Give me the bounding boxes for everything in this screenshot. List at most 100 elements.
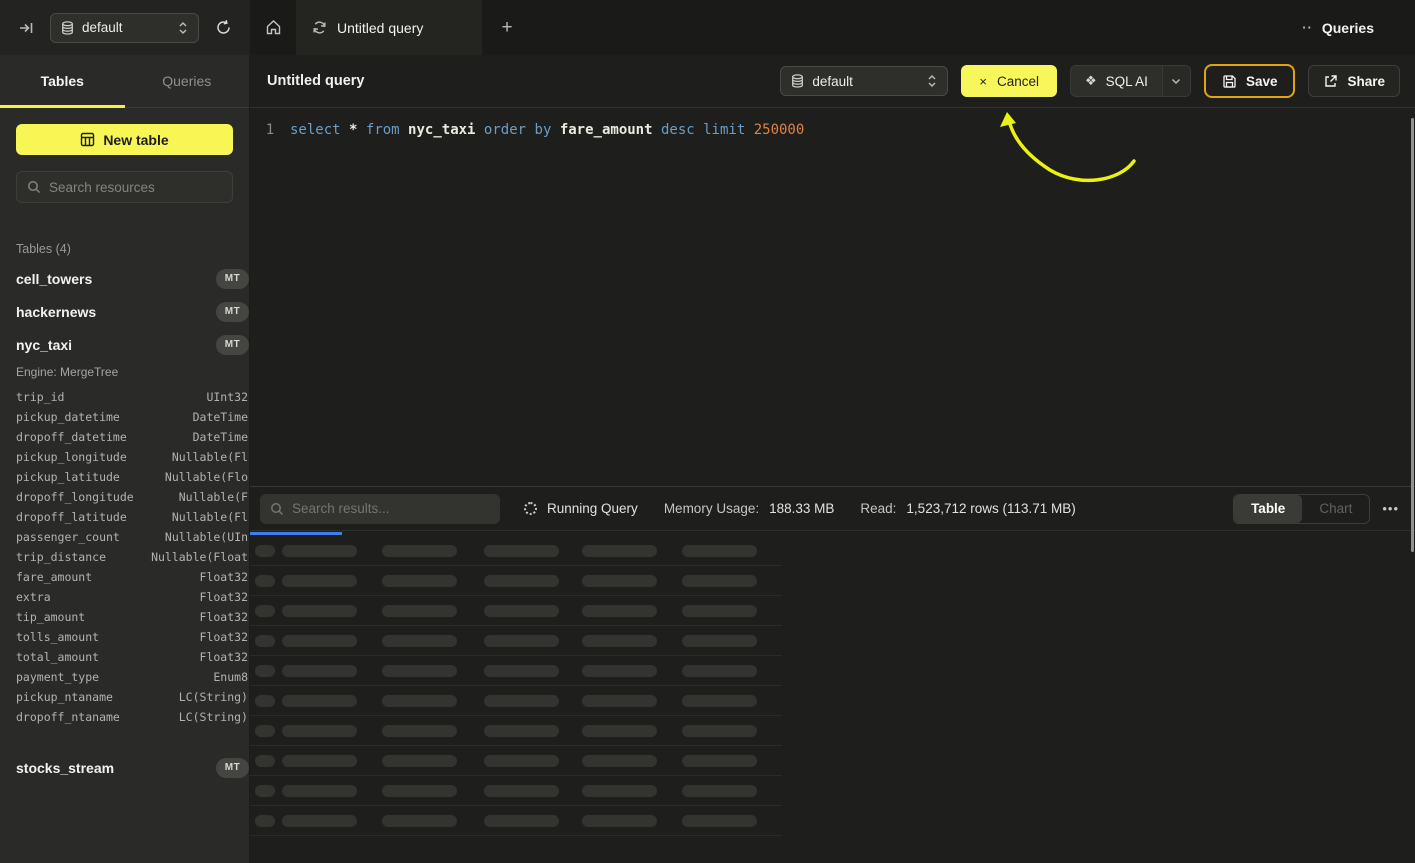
tab-untitled-query[interactable]: Untitled query — [296, 0, 482, 55]
results-search — [260, 494, 500, 524]
save-button[interactable]: Save — [1204, 64, 1296, 98]
view-toggle-table[interactable]: Table — [1234, 495, 1302, 523]
skeleton-cell — [382, 545, 457, 557]
skeleton-cell — [255, 695, 275, 707]
search-resources-input[interactable] — [49, 180, 226, 195]
sidebar-tab-queries[interactable]: Queries — [125, 55, 250, 107]
skeleton-cell — [255, 635, 275, 647]
column-row: dropoff_longitude Nullable(F — [0, 487, 249, 507]
home-button[interactable] — [250, 0, 296, 55]
column-row: pickup_longitude Nullable(Fl — [0, 447, 249, 467]
scrollbar-thumb[interactable] — [1411, 118, 1414, 552]
skeleton-cell — [382, 575, 457, 587]
sql-ai-main[interactable]: ❖ SQL AI — [1071, 66, 1162, 96]
chevron-updown-icon — [927, 74, 937, 88]
sql-token-number: 250000 — [754, 122, 805, 138]
column-name: pickup_latitude — [16, 470, 120, 484]
collapse-sidebar-button[interactable] — [14, 16, 38, 40]
cancel-button[interactable]: × Cancel — [961, 65, 1057, 97]
column-row: fare_amount Float32 — [0, 567, 249, 587]
queries-link[interactable]: ·· Queries — [1302, 0, 1415, 55]
column-name: pickup_longitude — [16, 450, 127, 464]
refresh-icon[interactable] — [211, 15, 236, 40]
engine-badge: MT — [216, 269, 249, 289]
skeleton-cell — [282, 665, 357, 677]
skeleton-cell — [682, 575, 757, 587]
table-item[interactable]: stocks_stream MT — [0, 751, 249, 784]
column-type: Nullable(Fl — [172, 510, 248, 524]
column-type: Nullable(UIn — [165, 530, 248, 544]
column-type: Nullable(F — [179, 490, 248, 504]
column-name: tolls_amount — [16, 630, 99, 644]
read-value: 1,523,712 rows (113.71 MB) — [906, 501, 1075, 516]
skeleton-cell — [382, 665, 457, 677]
column-type: Float32 — [200, 590, 248, 604]
save-icon — [1222, 74, 1237, 89]
skeleton-cell — [255, 545, 275, 557]
table-item[interactable]: nyc_taxi MT — [0, 328, 249, 361]
column-row: dropoff_latitude Nullable(Fl — [0, 507, 249, 527]
skeleton-row — [250, 776, 1415, 806]
skeleton-row — [250, 686, 1415, 716]
tables-list: cell_towers MThackernews MTnyc_taxi MTEn… — [0, 262, 249, 784]
sql-token-identifier: fare_amount — [560, 122, 653, 138]
skeleton-cell — [382, 815, 457, 827]
share-icon — [1323, 74, 1338, 89]
database-selector[interactable]: default — [50, 13, 199, 43]
top-bar-left: default — [0, 0, 250, 55]
column-type: Float32 — [200, 650, 248, 664]
column-row: dropoff_ntaname LC(String) — [0, 707, 249, 727]
new-table-label: New table — [103, 132, 168, 148]
more-options-button[interactable]: ••• — [1382, 501, 1399, 516]
query-pane: Untitled query default — [250, 55, 1415, 863]
column-name: payment_type — [16, 670, 99, 684]
new-tab-button[interactable]: + — [482, 0, 532, 55]
column-name: pickup_ntaname — [16, 690, 113, 704]
status-text: Running Query — [547, 501, 638, 516]
share-button[interactable]: Share — [1308, 65, 1400, 97]
memory-usage-value: 188.33 MB — [769, 501, 834, 516]
sql-token-identifier: * — [349, 122, 357, 138]
table-name: hackernews — [16, 304, 96, 320]
skeleton-cell — [282, 635, 357, 647]
skeleton-cell — [582, 725, 657, 737]
query-database-selector[interactable]: default — [780, 66, 948, 96]
sql-ai-button[interactable]: ❖ SQL AI — [1070, 65, 1191, 97]
plus-icon: + — [501, 17, 512, 39]
skeleton-row — [250, 566, 1415, 596]
search-results-input[interactable] — [292, 501, 490, 516]
results-toolbar: Running Query Memory Usage: 188.33 MB Re… — [250, 486, 1415, 531]
search-icon — [27, 180, 41, 194]
skeleton-row — [250, 596, 1415, 626]
skeleton-cell — [484, 605, 559, 617]
column-type: Nullable(Float — [151, 550, 248, 564]
results-skeleton-table — [250, 536, 1415, 836]
sql-editor[interactable]: 1 select * from nyc_taxi order by fare_a… — [250, 108, 1415, 486]
column-type: LC(String) — [179, 710, 248, 724]
columns-list: trip_id UInt32pickup_datetime DateTimedr… — [0, 387, 249, 727]
table-item[interactable]: cell_towers MT — [0, 262, 249, 295]
sql-ai-dropdown[interactable] — [1162, 66, 1190, 96]
skeleton-cell — [282, 785, 357, 797]
skeleton-cell — [255, 605, 275, 617]
column-name: passenger_count — [16, 530, 120, 544]
skeleton-cell — [282, 725, 357, 737]
skeleton-cell — [255, 665, 275, 677]
sidebar-tab-queries-label: Queries — [162, 73, 211, 89]
sidebar-tab-tables[interactable]: Tables — [0, 55, 125, 107]
sql-ai-label: SQL AI — [1106, 74, 1148, 89]
view-toggle: Table Chart — [1233, 494, 1370, 524]
skeleton-cell — [582, 545, 657, 557]
skeleton-cell — [682, 635, 757, 647]
chevron-updown-icon — [178, 21, 188, 35]
table-name: stocks_stream — [16, 760, 114, 776]
skeleton-cell — [484, 575, 559, 587]
view-toggle-chart[interactable]: Chart — [1302, 495, 1369, 523]
skeleton-cell — [484, 665, 559, 677]
skeleton-cell — [682, 725, 757, 737]
cancel-label: Cancel — [997, 74, 1039, 89]
new-table-button[interactable]: New table — [16, 124, 233, 155]
sql-code: select * from nyc_taxi order by fare_amo… — [290, 120, 804, 141]
table-item[interactable]: hackernews MT — [0, 295, 249, 328]
spinner-icon — [524, 502, 537, 515]
